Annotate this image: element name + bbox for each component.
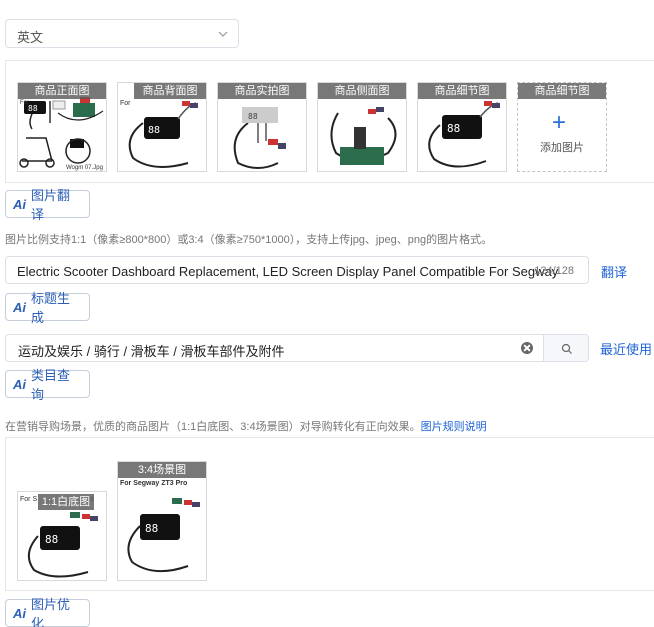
image-label: 商品侧面图 xyxy=(318,83,406,99)
ai-icon: Ai xyxy=(13,605,26,621)
image-thumb-detail[interactable]: 88 商品细节图 xyxy=(417,82,507,172)
language-select-value: 英文 xyxy=(17,30,44,45)
ai-image-translate-button[interactable]: Ai 图片翻译 xyxy=(5,188,90,222)
add-image-label: 添加图片 xyxy=(540,142,584,154)
category-input[interactable]: 运动及娱乐 / 骑行 / 滑板车 / 滑板车部件及附件 xyxy=(5,334,589,362)
ai-title-generate-label: 标题生成 xyxy=(31,291,71,325)
main-images-panel: 88 Wogm 07.Jpg For 商品正面图 88 For 商品背面图 88… xyxy=(5,60,654,183)
chevron-down-icon xyxy=(218,31,228,37)
image-thumb-side[interactable]: 商品侧面图 xyxy=(317,82,407,172)
image-label: 商品细节图 xyxy=(518,83,606,99)
add-image-button[interactable]: 商品细节图 + 添加图片 xyxy=(517,82,607,172)
ai-title-generate-button[interactable]: Ai 标题生成 xyxy=(5,291,90,325)
image-label: 商品背面图 xyxy=(134,83,206,99)
dashboard-scene-image: 88 xyxy=(127,498,200,573)
product-title-value: Electric Scooter Dashboard Replacement, … xyxy=(17,264,559,279)
svg-text:88: 88 xyxy=(145,522,158,535)
svg-text:88: 88 xyxy=(28,104,38,113)
image-label: 商品实拍图 xyxy=(218,83,306,99)
product-title-input[interactable]: Electric Scooter Dashboard Replacement, … xyxy=(5,256,589,284)
marketing-image-portrait[interactable]: 3:4场景图 For Segway ZT3 Pro 88 xyxy=(117,461,207,581)
svg-text:88: 88 xyxy=(447,122,460,135)
image-overlay-text: For S xyxy=(20,496,38,503)
image-label: 商品正面图 xyxy=(18,83,106,99)
marketing-images-panel: For S o 88 1:1白底图 3:4场景图 For Segway ZT3 … xyxy=(5,437,654,591)
clear-icon[interactable] xyxy=(521,342,533,354)
category-value: 运动及娱乐 / 骑行 / 滑板车 / 滑板车部件及附件 xyxy=(18,344,285,359)
svg-text:88: 88 xyxy=(148,125,160,136)
ai-icon: Ai xyxy=(13,376,26,392)
recent-used-link[interactable]: 最近使用 xyxy=(600,339,652,358)
marketing-image-square[interactable]: For S o 88 1:1白底图 xyxy=(17,491,107,581)
ai-image-optimize-label: 图片优化 xyxy=(31,597,71,627)
translate-link[interactable]: 翻译 xyxy=(601,262,627,281)
ai-category-query-label: 类目查询 xyxy=(31,368,71,402)
image-thumb-front[interactable]: 88 Wogm 07.Jpg For 商品正面图 xyxy=(17,82,107,172)
svg-text:88: 88 xyxy=(248,112,258,121)
title-char-count: 124/128 xyxy=(534,265,574,277)
image-thumb-photo[interactable]: 88 商品实拍图 xyxy=(217,82,307,172)
ai-category-query-button[interactable]: Ai 类目查询 xyxy=(5,368,90,402)
search-icon xyxy=(561,343,572,354)
ai-image-translate-label: 图片翻译 xyxy=(31,188,71,222)
ai-icon: Ai xyxy=(13,299,26,315)
image-label: 商品细节图 xyxy=(418,83,506,99)
image-format-hint: 图片比例支持1:1（像素≥800*800）或3:4（像素≥750*1000），支… xyxy=(5,234,493,246)
image-label: 1:1白底图 xyxy=(38,494,94,510)
marketing-image-hint: 在营销导购场景，优质的商品图片（1:1白底图、3:4场景图）对导购转化有正向效果… xyxy=(5,418,487,434)
image-overlay-text: For xyxy=(20,100,29,106)
ai-icon: Ai xyxy=(13,196,26,212)
ai-image-optimize-button[interactable]: Ai 图片优化 xyxy=(5,597,90,627)
plus-icon: + xyxy=(552,109,567,136)
image-overlay-text: For xyxy=(120,100,131,107)
marketing-hint-text: 在营销导购场景，优质的商品图片（1:1白底图、3:4场景图）对导购转化有正向效果… xyxy=(5,421,421,433)
image-thumb-back[interactable]: 88 For 商品背面图 xyxy=(117,82,207,172)
language-select[interactable]: 英文 xyxy=(5,19,239,48)
category-search-button[interactable] xyxy=(543,335,588,361)
image-rules-link[interactable]: 图片规则说明 xyxy=(421,421,487,433)
image-filename: Wogm 07.Jpg xyxy=(66,165,103,171)
svg-text:88: 88 xyxy=(45,533,58,546)
